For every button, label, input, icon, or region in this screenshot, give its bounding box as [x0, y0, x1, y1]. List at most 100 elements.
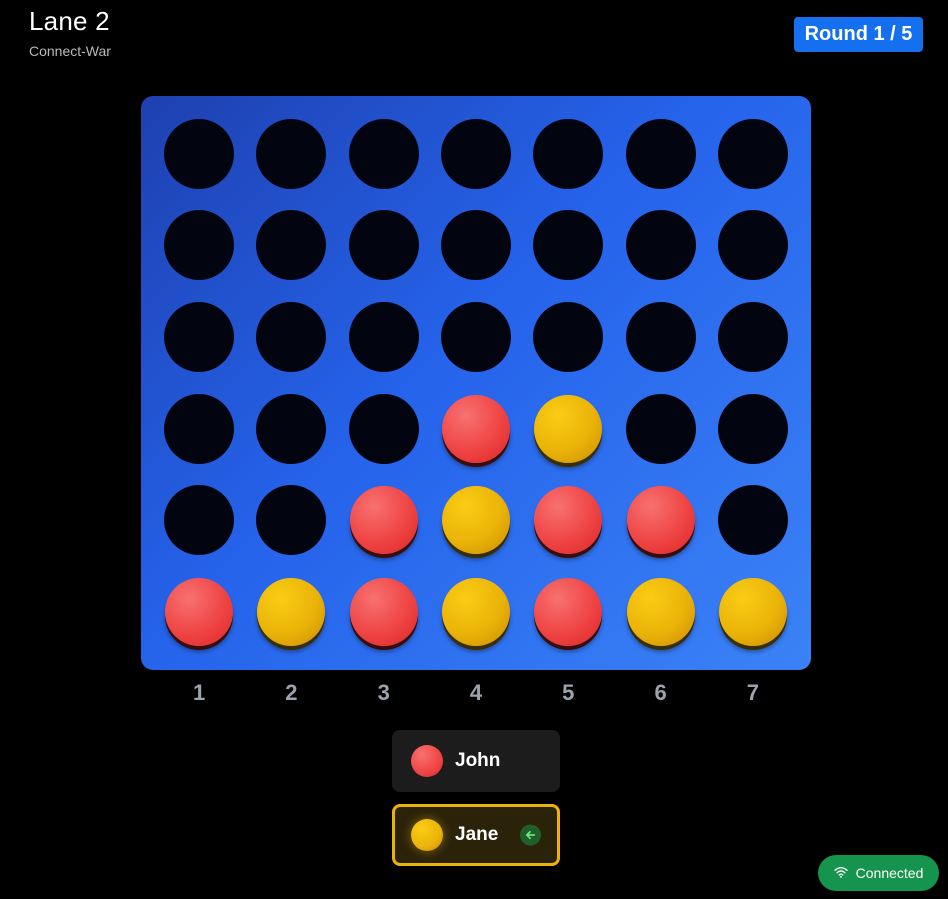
empty-slot: [625, 393, 696, 464]
board-cell[interactable]: [338, 475, 430, 567]
board-cell[interactable]: [430, 291, 522, 383]
red-disc: [441, 394, 510, 463]
board-cell[interactable]: [707, 475, 799, 567]
player-card-john: John: [392, 730, 560, 792]
board-cell[interactable]: [522, 200, 614, 292]
board-cell[interactable]: [245, 383, 337, 475]
empty-slot: [625, 118, 696, 189]
empty-slot: [256, 210, 327, 281]
empty-slot: [256, 118, 327, 189]
board-cell[interactable]: [338, 291, 430, 383]
player-card-jane: Jane: [392, 804, 560, 866]
game-subtitle: Connect-War: [29, 43, 111, 59]
empty-slot: [256, 485, 327, 556]
board-cell[interactable]: [245, 566, 337, 658]
board-cell[interactable]: [338, 566, 430, 658]
empty-slot: [348, 302, 419, 373]
board-cell[interactable]: [153, 383, 245, 475]
player-name: John: [455, 750, 501, 771]
red-token-icon: [411, 745, 443, 777]
empty-slot: [256, 302, 327, 373]
empty-slot: [625, 302, 696, 373]
board-cell[interactable]: [614, 383, 706, 475]
connection-status: Connected: [818, 855, 939, 891]
empty-slot: [625, 210, 696, 281]
column-label[interactable]: 3: [338, 680, 430, 706]
yellow-disc: [718, 578, 787, 647]
round-badge[interactable]: Round 1 / 5: [794, 17, 923, 52]
column-label[interactable]: 4: [430, 680, 522, 706]
board-cell[interactable]: [707, 383, 799, 475]
board-cell[interactable]: [245, 108, 337, 200]
board-cell[interactable]: [522, 475, 614, 567]
game-board[interactable]: [141, 96, 811, 670]
board-cell[interactable]: [430, 200, 522, 292]
board-cell[interactable]: [153, 475, 245, 567]
yellow-disc: [441, 486, 510, 555]
column-label[interactable]: 2: [245, 680, 337, 706]
column-label[interactable]: 7: [707, 680, 799, 706]
status-label: Connected: [855, 865, 924, 881]
board-cell[interactable]: [614, 566, 706, 658]
board-cell[interactable]: [245, 200, 337, 292]
empty-slot: [533, 302, 604, 373]
yellow-disc: [441, 578, 510, 647]
empty-slot: [348, 393, 419, 464]
board-cell[interactable]: [614, 291, 706, 383]
column-label[interactable]: 6: [614, 680, 706, 706]
empty-slot: [348, 210, 419, 281]
yellow-disc: [626, 578, 695, 647]
column-label[interactable]: 5: [522, 680, 614, 706]
empty-slot: [717, 302, 788, 373]
board-cell[interactable]: [153, 108, 245, 200]
player-name: Jane: [455, 824, 499, 845]
empty-slot: [717, 485, 788, 556]
yellow-token-icon: [411, 819, 443, 851]
board-cell[interactable]: [153, 291, 245, 383]
red-disc: [349, 578, 418, 647]
empty-slot: [256, 393, 327, 464]
board-cell[interactable]: [707, 566, 799, 658]
board-cell[interactable]: [522, 108, 614, 200]
red-disc: [349, 486, 418, 555]
board-cell[interactable]: [245, 475, 337, 567]
board-cell[interactable]: [522, 383, 614, 475]
board-cell[interactable]: [430, 383, 522, 475]
board-cell[interactable]: [707, 200, 799, 292]
board-cell[interactable]: [707, 291, 799, 383]
empty-slot: [348, 118, 419, 189]
red-disc: [165, 578, 234, 647]
board-cell[interactable]: [338, 383, 430, 475]
empty-slot: [164, 393, 235, 464]
board-cell[interactable]: [338, 108, 430, 200]
empty-slot: [717, 393, 788, 464]
empty-slot: [533, 118, 604, 189]
arrow-left-icon: [520, 824, 541, 846]
board-cell[interactable]: [430, 475, 522, 567]
board-cell[interactable]: [153, 566, 245, 658]
empty-slot: [440, 210, 511, 281]
red-disc: [626, 486, 695, 555]
red-disc: [534, 578, 603, 647]
board-cell[interactable]: [614, 108, 706, 200]
red-disc: [534, 486, 603, 555]
board-cell[interactable]: [614, 200, 706, 292]
board-cell[interactable]: [153, 200, 245, 292]
yellow-disc: [534, 394, 603, 463]
column-labels: 1234567: [141, 680, 811, 706]
board-cell[interactable]: [522, 566, 614, 658]
board-cell[interactable]: [430, 108, 522, 200]
board-cell[interactable]: [430, 566, 522, 658]
board-cell[interactable]: [522, 291, 614, 383]
empty-slot: [164, 210, 235, 281]
empty-slot: [440, 118, 511, 189]
empty-slot: [164, 118, 235, 189]
board-cell[interactable]: [245, 291, 337, 383]
column-label[interactable]: 1: [153, 680, 245, 706]
page-title: Lane 2: [29, 6, 110, 36]
board-cell[interactable]: [614, 475, 706, 567]
board-cell[interactable]: [707, 108, 799, 200]
empty-slot: [717, 210, 788, 281]
empty-slot: [533, 210, 604, 281]
board-cell[interactable]: [338, 200, 430, 292]
